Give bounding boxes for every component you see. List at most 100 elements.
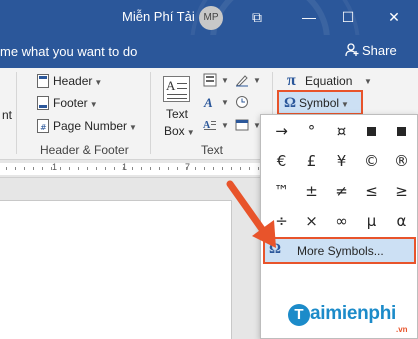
text-box-label-line1: Text bbox=[166, 107, 189, 121]
ruler-tick bbox=[69, 167, 70, 170]
footer-label: Footer bbox=[53, 96, 88, 110]
black-square-icon bbox=[367, 127, 376, 136]
ruler-tick bbox=[96, 167, 97, 170]
text-box-icon: A bbox=[163, 76, 190, 102]
symbol-glyph: ∞ bbox=[335, 212, 348, 230]
drop-cap-icon[interactable]: A bbox=[203, 118, 217, 132]
symbol-glyph: ≠ bbox=[335, 182, 348, 200]
symbol-cell[interactable]: ± bbox=[295, 177, 328, 205]
ruler-tick bbox=[213, 167, 214, 170]
symbol-cell[interactable]: © bbox=[355, 147, 388, 175]
ruler-tick bbox=[51, 167, 52, 170]
ruler-tick bbox=[177, 167, 178, 170]
pointer-arrow-icon bbox=[226, 180, 276, 248]
symbol-cell[interactable]: € bbox=[265, 147, 298, 175]
chevron-down-icon[interactable]: ▼ bbox=[253, 76, 261, 85]
symbol-glyph: ≥ bbox=[395, 182, 408, 200]
symbol-button[interactable]: Ω Symbol ▼ bbox=[277, 90, 363, 115]
symbol-glyph: ± bbox=[305, 182, 318, 200]
cut-off-label: nt bbox=[2, 108, 13, 122]
ruler-tick bbox=[132, 167, 133, 170]
chevron-down-icon[interactable]: ▼ bbox=[221, 76, 229, 85]
share-label: Share bbox=[362, 43, 397, 58]
more-symbols-button[interactable]: Ω More Symbols... bbox=[263, 237, 416, 264]
ruler-tick bbox=[195, 167, 196, 170]
symbol-cell[interactable]: ≥ bbox=[385, 177, 418, 205]
ruler-tick bbox=[114, 167, 115, 170]
ribbon-display-options-icon[interactable]: ⧉ bbox=[246, 6, 268, 28]
group-separator bbox=[16, 72, 17, 154]
object-icon[interactable] bbox=[235, 118, 249, 132]
quick-parts-icon[interactable] bbox=[203, 73, 217, 87]
symbol-glyph: α bbox=[396, 212, 407, 230]
equation-label: Equation bbox=[305, 74, 353, 88]
symbol-cell[interactable]: µ bbox=[355, 207, 388, 235]
maximize-button[interactable]: ☐ bbox=[337, 6, 359, 28]
minimize-button[interactable]: — bbox=[298, 6, 320, 28]
symbol-glyph: ® bbox=[394, 152, 409, 170]
close-button[interactable]: ✕ bbox=[383, 6, 405, 28]
date-time-icon[interactable] bbox=[235, 95, 249, 109]
chevron-down-icon: ▼ bbox=[341, 100, 349, 109]
chevron-down-icon[interactable]: ▼ bbox=[221, 121, 229, 130]
signature-line-icon[interactable] bbox=[235, 73, 249, 87]
horizontal-ruler[interactable]: 1 1 7 bbox=[0, 160, 262, 178]
chevron-down-icon[interactable]: ▼ bbox=[221, 98, 229, 107]
chevron-down-icon: ▼ bbox=[89, 100, 98, 109]
page-number-label: Page Number bbox=[53, 119, 128, 133]
text-box-label-line2: Box bbox=[164, 124, 185, 138]
symbol-cell[interactable] bbox=[385, 117, 418, 145]
symbol-cell[interactable]: ≠ bbox=[325, 177, 358, 205]
ruler-tick bbox=[78, 167, 79, 170]
ruler-tick bbox=[222, 167, 223, 170]
header-footer-group-label: Header & Footer bbox=[40, 143, 129, 157]
footer-icon bbox=[37, 96, 49, 110]
svg-text:A: A bbox=[203, 95, 213, 109]
ruler-tick bbox=[123, 167, 124, 170]
ruler-tick bbox=[60, 167, 61, 170]
watermark-brand: aimienphi bbox=[310, 303, 396, 324]
symbol-cell[interactable]: → bbox=[265, 117, 298, 145]
pi-icon: π bbox=[287, 72, 296, 89]
chevron-down-icon: ▼ bbox=[129, 123, 137, 132]
omega-icon: Ω bbox=[284, 95, 297, 111]
symbol-glyph: × bbox=[305, 212, 318, 230]
ruler-tick bbox=[258, 167, 259, 170]
svg-text:#: # bbox=[40, 123, 47, 132]
ruler-tick bbox=[240, 167, 241, 170]
group-separator bbox=[150, 72, 151, 154]
watermark-badge: T bbox=[288, 304, 310, 326]
header-icon bbox=[37, 74, 49, 88]
symbol-label: Symbol bbox=[299, 96, 340, 110]
tell-me-input[interactable]: me what you want to do bbox=[0, 44, 137, 59]
symbol-cell[interactable]: ≤ bbox=[355, 177, 388, 205]
share-person-icon bbox=[345, 43, 359, 57]
symbol-cell[interactable]: × bbox=[295, 207, 328, 235]
ruler-tick bbox=[186, 167, 187, 170]
chevron-down-icon: ▼ bbox=[186, 128, 195, 137]
ruler-tick bbox=[168, 167, 169, 170]
tell-me-bar: me what you want to do Share bbox=[0, 35, 418, 68]
symbol-cell[interactable]: £ bbox=[295, 147, 328, 175]
document-page[interactable] bbox=[0, 200, 232, 339]
symbol-glyph: ° bbox=[307, 122, 316, 140]
avatar[interactable]: MP bbox=[199, 6, 223, 30]
symbol-cell[interactable] bbox=[355, 117, 388, 145]
symbol-cell[interactable]: ° bbox=[295, 117, 328, 145]
share-button[interactable]: Share bbox=[345, 43, 397, 58]
symbol-cell[interactable]: ¤ bbox=[325, 117, 358, 145]
symbol-cell[interactable]: ® bbox=[385, 147, 418, 175]
chevron-down-icon: ▼ bbox=[364, 77, 372, 86]
ruler-tick bbox=[15, 167, 16, 170]
symbol-glyph: ¤ bbox=[336, 122, 347, 140]
wordart-icon[interactable]: A bbox=[203, 95, 217, 109]
title-bar: Miễn Phí Tải MP ⧉ — ☐ ✕ bbox=[0, 0, 418, 35]
watermark-tld: .vn bbox=[396, 325, 408, 334]
symbol-cell[interactable]: ∞ bbox=[325, 207, 358, 235]
window-title: Miễn Phí Tải bbox=[122, 9, 195, 24]
symbol-cell[interactable]: α bbox=[385, 207, 418, 235]
ruler-tick bbox=[249, 167, 250, 170]
ruler-tick bbox=[204, 167, 205, 170]
ruler-tick bbox=[87, 167, 88, 170]
symbol-cell[interactable]: ¥ bbox=[325, 147, 358, 175]
